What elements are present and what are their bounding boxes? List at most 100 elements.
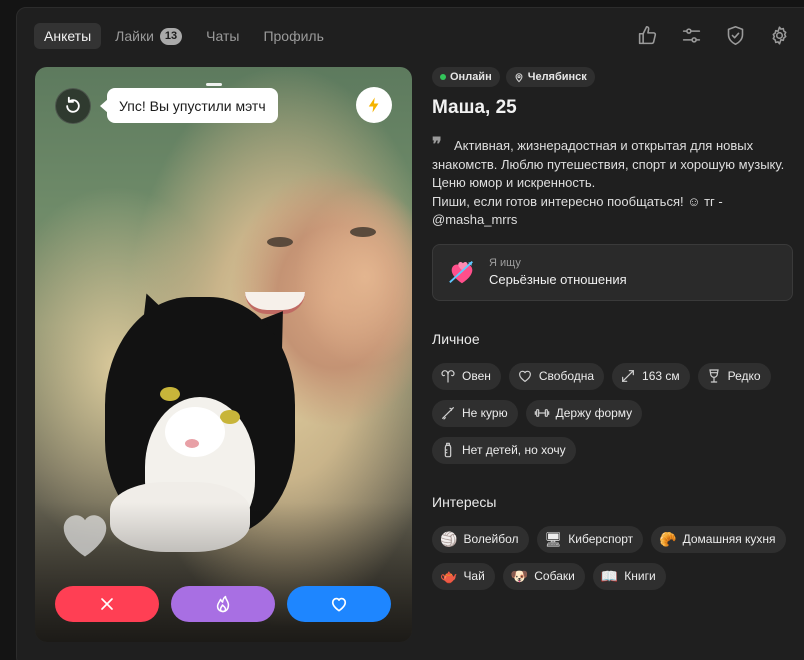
bio-line: знакомств. Люблю путешествия, спорт и хо… [432, 156, 785, 172]
photo-detail [220, 410, 240, 424]
tag-label: Волейбол [463, 532, 519, 546]
interest-books: 📖 Книги [592, 562, 666, 590]
tag-label: Не курю [462, 406, 508, 420]
looking-for-card: Я ищу Серьёзные отношения [432, 243, 793, 301]
top-nav: Анкеты Лайки 13 Чаты Профиль [34, 23, 338, 49]
tag-label: Домашняя кухня [682, 532, 776, 546]
dislike-button[interactable] [55, 586, 159, 622]
heart-arrow-icon [449, 260, 473, 284]
tag-fitness: Держу форму [525, 399, 643, 427]
bio-line: Активная, жизнерадостная и открытая для … [454, 138, 754, 153]
tag-label: Нет детей, но хочу [462, 443, 566, 457]
city-label: Челябинск [527, 71, 587, 83]
shield-check-icon[interactable] [724, 24, 746, 46]
tab-label: Лайки [115, 28, 154, 44]
undo-button[interactable] [55, 88, 91, 124]
heart-outline-icon [518, 370, 531, 382]
monitor-icon: 🖥 [544, 531, 563, 547]
bio-line: @masha_mrrs [432, 212, 518, 227]
close-icon [101, 598, 113, 610]
online-label: Онлайн [450, 71, 492, 83]
interest-volleyball: 🏐 Волейбол [432, 525, 529, 553]
tag-label: Держу форму [555, 406, 633, 420]
online-badge: Онлайн [432, 67, 500, 87]
city-badge: Челябинск [505, 67, 595, 87]
ghost-heart-icon [63, 515, 107, 557]
tag-smoking: Не курю [432, 399, 518, 427]
looking-for-label: Я ищу [489, 257, 521, 269]
online-dot-icon [440, 74, 446, 80]
personal-tags: Овен Свободна 163 см Редко Не курю Держу… [432, 362, 792, 464]
photo-detail [160, 387, 180, 401]
status-chips: Онлайн Челябинск [432, 67, 792, 87]
bio-line: Ценю юмор и искренность. [432, 175, 596, 190]
photo-detail [185, 439, 199, 448]
super-like-button[interactable] [171, 586, 275, 622]
book-icon: 📖 [600, 568, 619, 584]
photo-detail [350, 227, 376, 237]
tag-alcohol: Редко [697, 362, 771, 390]
sliders-icon[interactable] [680, 24, 702, 46]
tab-label: Чаты [206, 28, 240, 44]
profile-bio: ❞ Активная, жизнерадостная и открытая дл… [432, 134, 792, 230]
top-actions [636, 24, 790, 46]
bread-icon: 🥐 [659, 531, 677, 547]
tag-label: Овен [462, 369, 491, 383]
tag-label: Редко [727, 369, 761, 383]
looking-for-text: Я ищу Серьёзные отношения [489, 257, 627, 287]
tag-label: Киберспорт [568, 532, 634, 546]
photo-detail [165, 407, 225, 457]
aries-icon [441, 370, 455, 383]
volleyball-icon: 🏐 [440, 531, 458, 547]
interest-esports: 🖥 Киберспорт [536, 525, 644, 553]
personal-section-title: Личное [432, 330, 480, 347]
photo-detail [267, 237, 293, 247]
bio-line: Пиши, если готов интересно пообщаться! ☺… [432, 193, 723, 209]
interest-home-cooking: 🥐 Домашняя кухня [651, 525, 786, 553]
expand-arrows-icon [622, 370, 634, 382]
quote-icon: ❞ [432, 134, 442, 155]
heart-icon [331, 597, 347, 612]
interest-tea: 🫖 Чай [432, 562, 495, 590]
tag-relationship: Свободна [508, 362, 605, 390]
undo-icon [66, 96, 80, 113]
tag-label: Книги [624, 569, 656, 583]
tab-chats[interactable]: Чаты [196, 23, 249, 49]
tag-zodiac: Овен [432, 362, 501, 390]
tab-profile[interactable]: Профиль [253, 23, 333, 49]
tag-label: Чай [463, 569, 485, 583]
flame-icon [216, 595, 230, 613]
boost-button[interactable] [356, 87, 392, 123]
tab-label: Анкеты [44, 28, 92, 44]
tab-likes[interactable]: Лайки 13 [105, 23, 192, 49]
tab-label: Профиль [263, 28, 324, 44]
thumbs-up-icon[interactable] [636, 24, 658, 46]
card-actions [55, 586, 391, 622]
wine-glass-icon [708, 369, 719, 383]
tag-height: 163 см [612, 362, 690, 390]
looking-for-value: Серьёзные отношения [489, 272, 627, 287]
gear-icon[interactable] [768, 24, 790, 46]
photo-page-indicator[interactable] [206, 83, 222, 86]
location-pin-icon [515, 72, 523, 82]
dog-icon: 🐶 [510, 568, 529, 584]
tag-label: Собаки [534, 569, 575, 583]
missed-match-toast: Упс! Вы упустили мэтч [100, 88, 278, 123]
likes-count-badge: 13 [159, 27, 183, 45]
interests-section-title: Интересы [432, 493, 497, 510]
teapot-icon: 🫖 [440, 568, 458, 584]
tag-children: Нет детей, но хочу [432, 436, 576, 464]
profile-photo-card[interactable]: Упс! Вы упустили мэтч [35, 67, 412, 642]
like-button[interactable] [287, 586, 391, 622]
tag-label: Свободна [538, 369, 595, 383]
tag-label: 163 см [642, 369, 680, 383]
profile-name: Маша, 25 [432, 97, 517, 118]
profile-details: Онлайн Челябинск Маша, 25 ❞ Активная, жи… [432, 67, 793, 590]
interest-dogs: 🐶 Собаки [502, 562, 585, 590]
lightning-icon [368, 97, 379, 113]
interest-tags: 🏐 Волейбол 🖥 Киберспорт 🥐 Домашняя кухня 🫖 Ч… [432, 525, 792, 590]
baby-bottle-icon [444, 442, 452, 458]
no-smoking-icon [442, 407, 454, 420]
tab-profiles[interactable]: Анкеты [34, 23, 102, 49]
dumbbell-icon [534, 409, 549, 417]
